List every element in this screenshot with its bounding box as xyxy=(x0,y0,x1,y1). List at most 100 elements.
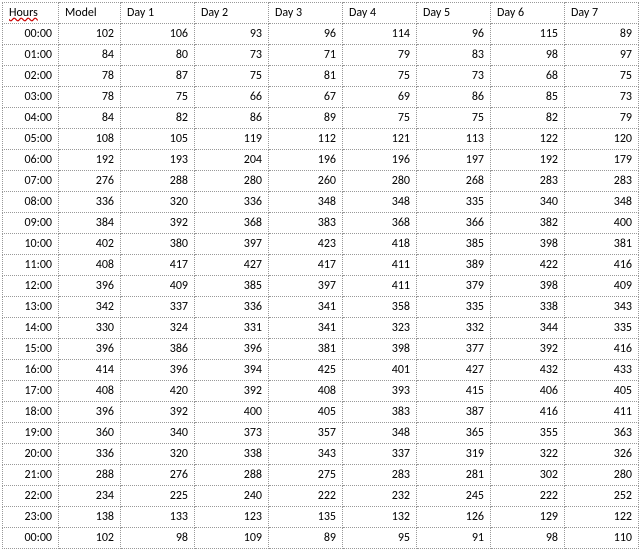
cell-day: 400 xyxy=(565,213,639,234)
cell-hours: 23:00 xyxy=(3,507,59,528)
cell-day: 324 xyxy=(121,318,195,339)
col-header-day3: Day 3 xyxy=(269,3,343,24)
table-row: 00:0010210693961149611589 xyxy=(3,24,639,45)
cell-day: 283 xyxy=(491,171,565,192)
cell-day: 89 xyxy=(269,108,343,129)
cell-day: 80 xyxy=(121,45,195,66)
cell-day: 75 xyxy=(417,108,491,129)
cell-day: 348 xyxy=(269,192,343,213)
cell-day: 119 xyxy=(195,129,269,150)
cell-day: 408 xyxy=(269,381,343,402)
cell-day: 288 xyxy=(195,465,269,486)
cell-day: 406 xyxy=(491,381,565,402)
cell-day: 106 xyxy=(121,24,195,45)
cell-day: 112 xyxy=(269,129,343,150)
cell-day: 409 xyxy=(121,276,195,297)
table-row: 16:00414396394425401427432433 xyxy=(3,360,639,381)
table-row: 08:00336320336348348335340348 xyxy=(3,192,639,213)
cell-model: 408 xyxy=(59,255,121,276)
cell-hours: 00:00 xyxy=(3,24,59,45)
cell-day: 417 xyxy=(269,255,343,276)
cell-hours: 18:00 xyxy=(3,402,59,423)
cell-day: 275 xyxy=(269,465,343,486)
cell-day: 322 xyxy=(491,444,565,465)
cell-day: 283 xyxy=(565,171,639,192)
cell-day: 122 xyxy=(565,507,639,528)
cell-day: 96 xyxy=(417,24,491,45)
cell-model: 396 xyxy=(59,339,121,360)
cell-day: 129 xyxy=(491,507,565,528)
cell-day: 222 xyxy=(491,486,565,507)
cell-day: 381 xyxy=(269,339,343,360)
col-header-hours: Hours xyxy=(3,3,59,24)
cell-hours: 22:00 xyxy=(3,486,59,507)
cell-day: 133 xyxy=(121,507,195,528)
cell-day: 355 xyxy=(491,423,565,444)
cell-day: 397 xyxy=(269,276,343,297)
cell-day: 357 xyxy=(269,423,343,444)
cell-day: 348 xyxy=(343,423,417,444)
cell-model: 342 xyxy=(59,297,121,318)
cell-model: 330 xyxy=(59,318,121,339)
table-row: 14:00330324331341323332344335 xyxy=(3,318,639,339)
cell-day: 82 xyxy=(121,108,195,129)
cell-day: 326 xyxy=(565,444,639,465)
cell-day: 343 xyxy=(565,297,639,318)
cell-day: 89 xyxy=(565,24,639,45)
cell-day: 425 xyxy=(269,360,343,381)
cell-day: 268 xyxy=(417,171,491,192)
cell-hours: 09:00 xyxy=(3,213,59,234)
cell-day: 67 xyxy=(269,87,343,108)
cell-day: 427 xyxy=(417,360,491,381)
cell-hours: 01:00 xyxy=(3,45,59,66)
table-row: 07:00276288280260280268283283 xyxy=(3,171,639,192)
cell-model: 192 xyxy=(59,150,121,171)
cell-day: 397 xyxy=(195,234,269,255)
cell-day: 336 xyxy=(195,192,269,213)
cell-day: 120 xyxy=(565,129,639,150)
cell-day: 79 xyxy=(343,45,417,66)
cell-day: 365 xyxy=(417,423,491,444)
cell-day: 245 xyxy=(417,486,491,507)
cell-day: 93 xyxy=(195,24,269,45)
cell-day: 411 xyxy=(343,255,417,276)
table-header-row: Hours Model Day 1 Day 2 Day 3 Day 4 Day … xyxy=(3,3,639,24)
cell-hours: 12:00 xyxy=(3,276,59,297)
table-row: 05:00108105119112121113122120 xyxy=(3,129,639,150)
table-row: 10:00402380397423418385398381 xyxy=(3,234,639,255)
cell-day: 341 xyxy=(269,297,343,318)
cell-day: 385 xyxy=(195,276,269,297)
cell-day: 401 xyxy=(343,360,417,381)
cell-day: 192 xyxy=(491,150,565,171)
cell-day: 75 xyxy=(343,66,417,87)
cell-day: 409 xyxy=(565,276,639,297)
cell-day: 341 xyxy=(269,318,343,339)
cell-day: 332 xyxy=(417,318,491,339)
col-header-day1: Day 1 xyxy=(121,3,195,24)
cell-day: 280 xyxy=(195,171,269,192)
cell-hours: 21:00 xyxy=(3,465,59,486)
cell-model: 78 xyxy=(59,66,121,87)
table-row: 21:00288276288275283281302280 xyxy=(3,465,639,486)
cell-day: 135 xyxy=(269,507,343,528)
table-row: 11:00408417427417411389422416 xyxy=(3,255,639,276)
cell-day: 283 xyxy=(343,465,417,486)
cell-day: 405 xyxy=(565,381,639,402)
cell-day: 368 xyxy=(195,213,269,234)
cell-day: 122 xyxy=(491,129,565,150)
col-header-day5: Day 5 xyxy=(417,3,491,24)
cell-day: 193 xyxy=(121,150,195,171)
cell-day: 405 xyxy=(269,402,343,423)
cell-hours: 08:00 xyxy=(3,192,59,213)
cell-day: 85 xyxy=(491,87,565,108)
cell-day: 69 xyxy=(343,87,417,108)
cell-day: 276 xyxy=(121,465,195,486)
cell-day: 387 xyxy=(417,402,491,423)
cell-hours: 05:00 xyxy=(3,129,59,150)
cell-model: 102 xyxy=(59,24,121,45)
table-row: 02:007887758175736875 xyxy=(3,66,639,87)
cell-hours: 15:00 xyxy=(3,339,59,360)
cell-day: 281 xyxy=(417,465,491,486)
cell-day: 288 xyxy=(121,171,195,192)
cell-model: 336 xyxy=(59,192,121,213)
